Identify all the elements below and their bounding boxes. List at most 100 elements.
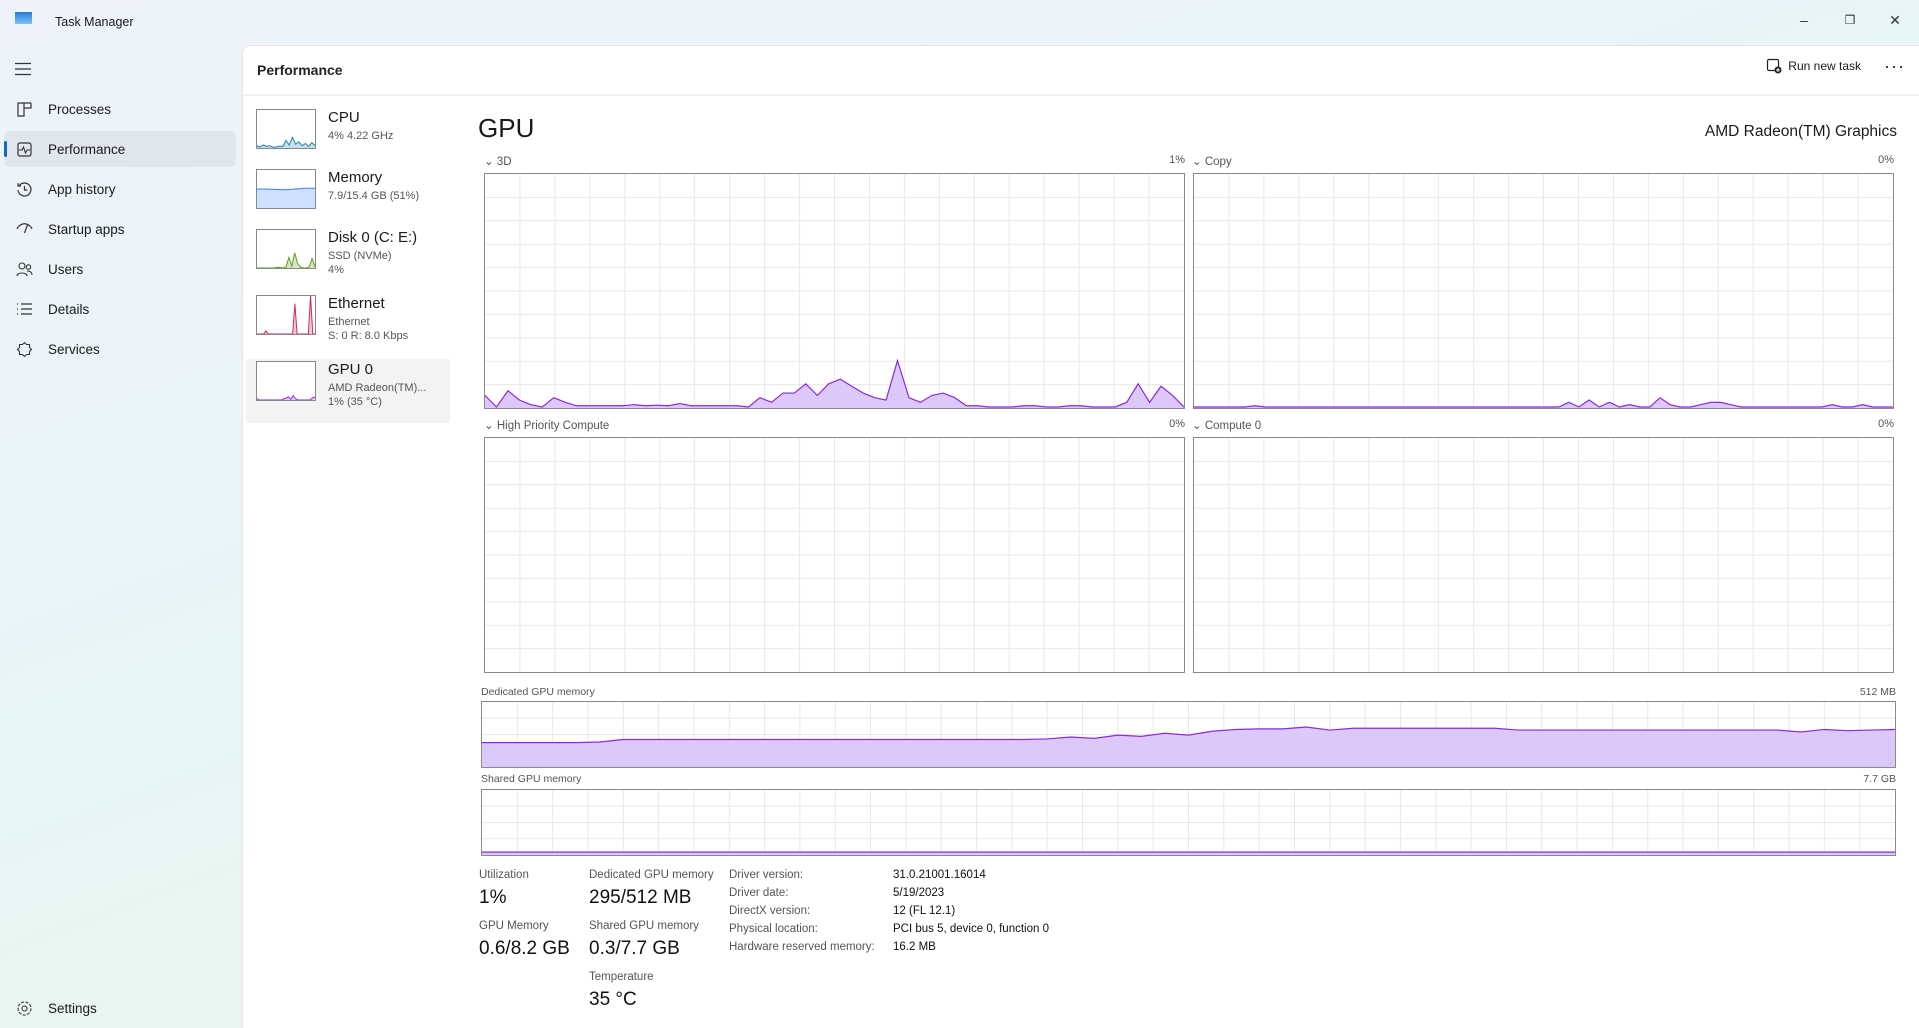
close-button[interactable]: ✕: [1875, 6, 1915, 34]
shared-stat-label: Shared GPU memory: [589, 920, 699, 932]
gpu-model: AMD Radeon(TM) Graphics: [1704, 123, 1897, 140]
gpu-title: GPU: [478, 113, 535, 143]
resource-detail-2: 4%: [328, 264, 344, 276]
sidebar-item-label: Processes: [48, 101, 112, 117]
sidebar-item-label: Users: [48, 261, 84, 277]
sidebar-item-details[interactable]: Details: [4, 291, 236, 327]
dedicated-memory-max: 512 MB: [1859, 686, 1896, 698]
engine-hpc-selector[interactable]: ⌄ High Priority Compute: [484, 418, 609, 432]
hamburger-menu-icon[interactable]: [14, 62, 32, 76]
sidebar-item-label: Startup apps: [48, 221, 125, 237]
directx-version-label: DirectX version:: [729, 905, 811, 917]
sidebar-item-label: Settings: [48, 1000, 97, 1016]
engine-3d-value: 1%: [1169, 154, 1185, 166]
engine-label: Compute 0: [1204, 420, 1262, 432]
gpu-memory-value: 0.6/8.2 GB: [479, 938, 570, 959]
run-new-task-label: Run new task: [1788, 59, 1861, 73]
resource-thumbnail-graph: [256, 169, 316, 209]
utilization-value: 1%: [479, 887, 507, 908]
startup-icon: [16, 222, 33, 233]
graph-compute-0: [1193, 437, 1894, 673]
resource-name: GPU 0: [328, 361, 374, 378]
shared-memory-max: 7.7 GB: [1863, 773, 1896, 785]
resource-name: Ethernet: [328, 295, 385, 312]
sidebar-item-startup-apps[interactable]: Startup apps: [4, 211, 236, 247]
shared-stat-value: 0.3/7.7 GB: [589, 938, 680, 959]
resource-detail: 7.9/15.4 GB (51%): [328, 190, 420, 202]
engine-label: Copy: [1204, 156, 1232, 168]
sidebar-item-users[interactable]: Users: [4, 251, 236, 287]
more-options-button[interactable]: ···: [1884, 56, 1905, 77]
title-bar: Task Manager – ❐ ✕: [0, 0, 1919, 45]
run-new-task-button[interactable]: Run new task: [1766, 58, 1861, 74]
shared-memory-label: Shared GPU memory: [481, 773, 582, 785]
settings-gear-icon: [17, 1000, 32, 1016]
dedicated-memory-label: Dedicated GPU memory: [481, 686, 595, 698]
minimize-button[interactable]: –: [1784, 6, 1824, 34]
graph-3d: [484, 173, 1185, 409]
resource-name: CPU: [328, 109, 360, 126]
main-panel: Performance Run new task ··· CPU 4% 4.22…: [242, 45, 1919, 1028]
dedicated-stat-label: Dedicated GPU memory: [589, 869, 714, 881]
processes-icon: [17, 101, 32, 117]
resource-detail-2: S: 0 R: 8.0 Kbps: [328, 330, 409, 342]
details-icon: [17, 302, 32, 315]
reserved-memory-value: 16.2 MB: [893, 941, 936, 953]
sidebar-item-label: Details: [48, 301, 90, 317]
driver-date-value: 5/19/2023: [893, 887, 945, 899]
resource-thumbnail-graph: [256, 109, 316, 149]
run-task-icon: [1767, 58, 1782, 74]
engine-label: 3D: [496, 156, 512, 168]
app-title: Task Manager: [55, 15, 134, 29]
history-icon: [17, 181, 32, 197]
resource-thumbnail-graph: [256, 361, 316, 401]
resource-detail: AMD Radeon(TM)...: [328, 382, 427, 394]
resource-item-cpu[interactable]: CPU 4% 4.22 GHz: [246, 107, 450, 171]
engine-hpc-value: 0%: [1169, 418, 1185, 430]
page-header: Performance Run new task ···: [243, 46, 1919, 96]
services-icon: [16, 341, 33, 357]
users-icon: [16, 261, 33, 276]
resource-item-memory[interactable]: Memory 7.9/15.4 GB (51%): [246, 167, 450, 231]
resource-detail: 4% 4.22 GHz: [328, 130, 394, 142]
temperature-value: 35 °C: [589, 989, 637, 1010]
resource-item-gpu[interactable]: GPU 0 AMD Radeon(TM)... 1% (35 °C): [246, 359, 450, 423]
directx-version-value: 12 (FL 12.1): [893, 905, 956, 917]
sidebar-item-label: Performance: [48, 141, 126, 157]
performance-icon: [17, 141, 32, 157]
resource-name: Memory: [328, 169, 383, 186]
engine-copy-selector[interactable]: ⌄ Copy: [1192, 154, 1232, 168]
sidebar-item-label: App history: [48, 181, 116, 197]
engine-3d-selector[interactable]: ⌄ 3D: [484, 154, 512, 168]
sidebar-item-label: Services: [48, 341, 100, 357]
physical-location-value: PCI bus 5, device 0, function 0: [893, 923, 1049, 935]
temperature-label: Temperature: [589, 971, 654, 983]
driver-version-value: 31.0.21001.16014: [893, 869, 986, 881]
resource-name: Disk 0 (C: E:): [328, 229, 418, 246]
graph-copy: [1193, 173, 1894, 409]
graph-high-priority-compute: [484, 437, 1185, 673]
graph-dedicated-memory: [481, 701, 1896, 768]
page-title: Performance: [257, 62, 343, 78]
restore-button[interactable]: ❐: [1830, 6, 1870, 34]
sidebar-item-processes[interactable]: Processes: [4, 91, 236, 127]
resource-detail: Ethernet: [328, 316, 370, 328]
sidebar-item-app-history[interactable]: App history: [4, 171, 236, 207]
engine-compute0-selector[interactable]: ⌄ Compute 0: [1192, 418, 1261, 432]
sidebar-item-services[interactable]: Services: [4, 331, 236, 367]
sidebar-item-performance[interactable]: Performance: [4, 131, 236, 167]
resource-thumbnail-graph: [256, 295, 316, 335]
driver-version-label: Driver version:: [729, 869, 804, 881]
engine-compute0-value: 0%: [1878, 418, 1894, 430]
reserved-memory-label: Hardware reserved memory:: [729, 941, 875, 953]
utilization-label: Utilization: [479, 869, 529, 881]
sidebar-item-settings[interactable]: Settings: [4, 990, 236, 1026]
task-manager-logo-icon: [15, 12, 32, 24]
resource-thumbnail-graph: [256, 229, 316, 269]
resource-detail-2: 1% (35 °C): [328, 396, 382, 408]
resource-item-disk[interactable]: Disk 0 (C: E:) SSD (NVMe) 4%: [246, 227, 450, 291]
graph-shared-memory: [481, 789, 1896, 856]
sidebar: Processes Performance App history Startu…: [0, 45, 241, 1028]
dedicated-stat-value: 295/512 MB: [589, 887, 692, 908]
resource-item-ethernet[interactable]: Ethernet Ethernet S: 0 R: 8.0 Kbps: [246, 293, 450, 357]
